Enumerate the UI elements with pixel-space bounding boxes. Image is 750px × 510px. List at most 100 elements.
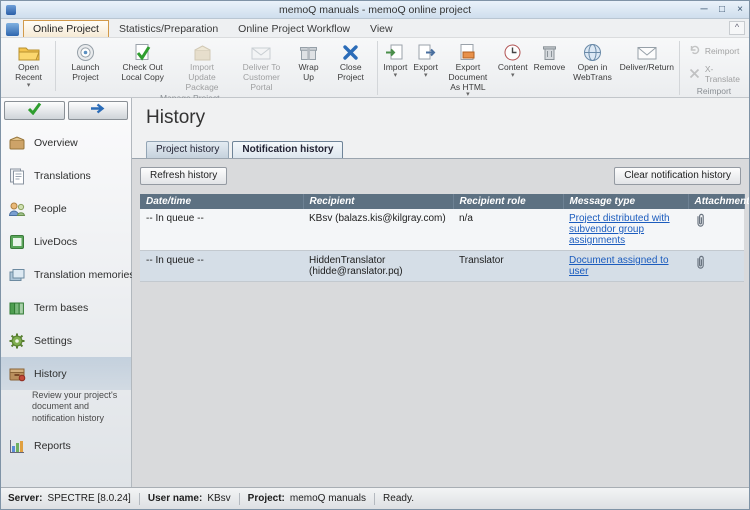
sidebar-item-translation-memories[interactable]: Translation memories [1,258,131,291]
main-panel: History Project history Notification his… [132,98,749,487]
deliver-return-button[interactable]: Deliver/Return [617,39,677,100]
server-label: Server: [8,493,42,504]
ribbon-group-document: Import Export Export Document As HTML [380,39,677,97]
open-in-webtrans-button[interactable]: Open in WebTrans [568,39,616,100]
maximize-button[interactable]: □ [713,3,731,17]
import-button[interactable]: Import [380,39,410,100]
sidebar-item-label: Translation memories [34,269,135,281]
column-header-message-type[interactable]: Message type [563,194,688,209]
status-separator [374,493,375,505]
arrow-right-icon [85,102,111,120]
launch-project-button[interactable]: Launch Project [58,39,113,93]
title-bar[interactable]: memoQ manuals - memoQ online project ─ □… [1,1,749,19]
sidebar-item-label: People [34,203,67,215]
trash-icon [540,42,559,63]
sidebar-item-people[interactable]: People [1,192,131,225]
app-window: memoQ manuals - memoQ online project ─ □… [0,0,750,510]
ribbon-group-label: Reimport [682,86,746,97]
notification-history-panel: Refresh history Clear notification histo… [132,158,749,487]
cell-recipient: HiddenTranslator (hidde@ranslator.pq) [303,251,453,282]
books-icon [7,299,27,317]
cell-attachment [688,209,744,251]
group-separator [377,41,378,95]
sidebar-item-settings[interactable]: Settings [1,324,131,357]
open-recent-button[interactable]: Open Recent [4,39,53,93]
gear-icon [7,332,27,350]
refresh-history-button[interactable]: Refresh history [140,167,227,185]
paperclip-icon[interactable] [694,220,707,231]
close-x-icon [341,42,360,63]
check-out-local-copy-button[interactable]: Check Out Local Copy [113,39,172,93]
project-label: Project: [248,493,285,504]
confirm-button[interactable] [4,101,65,120]
collapse-ribbon-button[interactable]: ^ [729,21,745,35]
refresh-icon [688,44,701,57]
column-header-datetime[interactable]: Date/time [140,194,303,209]
reimport-button[interactable]: Reimport [682,42,746,59]
dropdown-arrow-icon [424,73,428,80]
cell-datetime: -- In queue -- [140,209,303,251]
history-tabs: Project history Notification history [132,141,749,158]
sidebar-item-label: Reports [34,440,71,452]
button-label: Launch Project [61,63,110,83]
close-button[interactable]: × [731,3,749,17]
table-header-row: Date/time Recipient Recipient role Messa… [140,194,744,209]
people-icon [7,200,27,218]
ready-status: Ready. [383,493,414,504]
user-name-label: User name: [148,493,202,504]
column-header-recipient[interactable]: Recipient [303,194,453,209]
sidebar-item-label: Overview [34,137,78,149]
export-document-as-html-button[interactable]: Export Document As HTML [441,39,495,100]
status-separator [139,493,140,505]
sidebar-item-history[interactable]: History [1,357,131,390]
archive-icon [7,365,27,383]
page-title: History [146,107,749,129]
ribbon-tab-statistics-preparation[interactable]: Statistics/Preparation [109,20,228,37]
column-header-recipient-role[interactable]: Recipient role [453,194,563,209]
sidebar-item-term-bases[interactable]: Term bases [1,291,131,324]
project-value: memoQ manuals [290,493,366,504]
tab-notification-history[interactable]: Notification history [232,141,343,158]
cell-attachment [688,251,744,282]
ribbon-tab-online-project-workflow[interactable]: Online Project Workflow [228,20,360,37]
remove-button[interactable]: Remove [531,39,569,100]
folder-open-icon [17,42,41,63]
deliver-to-customer-portal-button[interactable]: Deliver To Customer Portal [232,39,291,93]
documents-icon [7,167,27,185]
import-update-package-button[interactable]: Import Update Package [172,39,231,93]
ribbon-tab-view[interactable]: View [360,20,403,37]
message-type-link[interactable]: Document assigned to user [569,255,669,277]
button-label: Open Recent [7,63,50,83]
app-menu-icon[interactable] [6,23,19,36]
export-button[interactable]: Export [410,39,441,100]
content-button[interactable]: Content [495,39,531,100]
button-label: Remove [534,63,566,73]
table-row[interactable]: -- In queue -- KBsv (balazs.kis@kilgray.… [140,209,744,251]
document-check-icon [133,42,152,63]
column-header-attachment[interactable]: Attachment [688,194,744,209]
cell-recipient-role: n/a [453,209,563,251]
sidebar-item-translations[interactable]: Translations [1,159,131,192]
x-translate-button[interactable]: X-Translate [682,62,746,86]
wrap-up-button[interactable]: Wrap Up [291,39,326,93]
clear-notification-history-button[interactable]: Clear notification history [614,167,741,185]
ribbon-tab-online-project[interactable]: Online Project [23,20,109,37]
sidebar-item-reports[interactable]: Reports [1,430,131,463]
minimize-button[interactable]: ─ [695,3,713,17]
cell-datetime: -- In queue -- [140,251,303,282]
button-label: Open in WebTrans [571,63,613,83]
message-type-link[interactable]: Project distributed with subvendor group… [569,213,670,246]
navigate-button[interactable] [68,101,129,120]
box-icon [7,134,27,152]
button-label: Import Update Package [175,63,228,92]
ribbon-group-reimport: Reimport X-Translate Reimport [682,39,746,97]
table-row[interactable]: -- In queue -- HiddenTranslator (hidde@r… [140,251,744,282]
close-project-button[interactable]: Close Project [326,39,376,93]
x-translate-icon [688,68,701,81]
tab-project-history[interactable]: Project history [146,141,229,158]
paperclip-icon[interactable] [694,262,707,273]
sidebar-item-overview[interactable]: Overview [1,126,131,159]
cell-message-type: Project distributed with subvendor group… [563,209,688,251]
bar-chart-icon [7,437,27,455]
sidebar-item-livedocs[interactable]: LiveDocs [1,225,131,258]
